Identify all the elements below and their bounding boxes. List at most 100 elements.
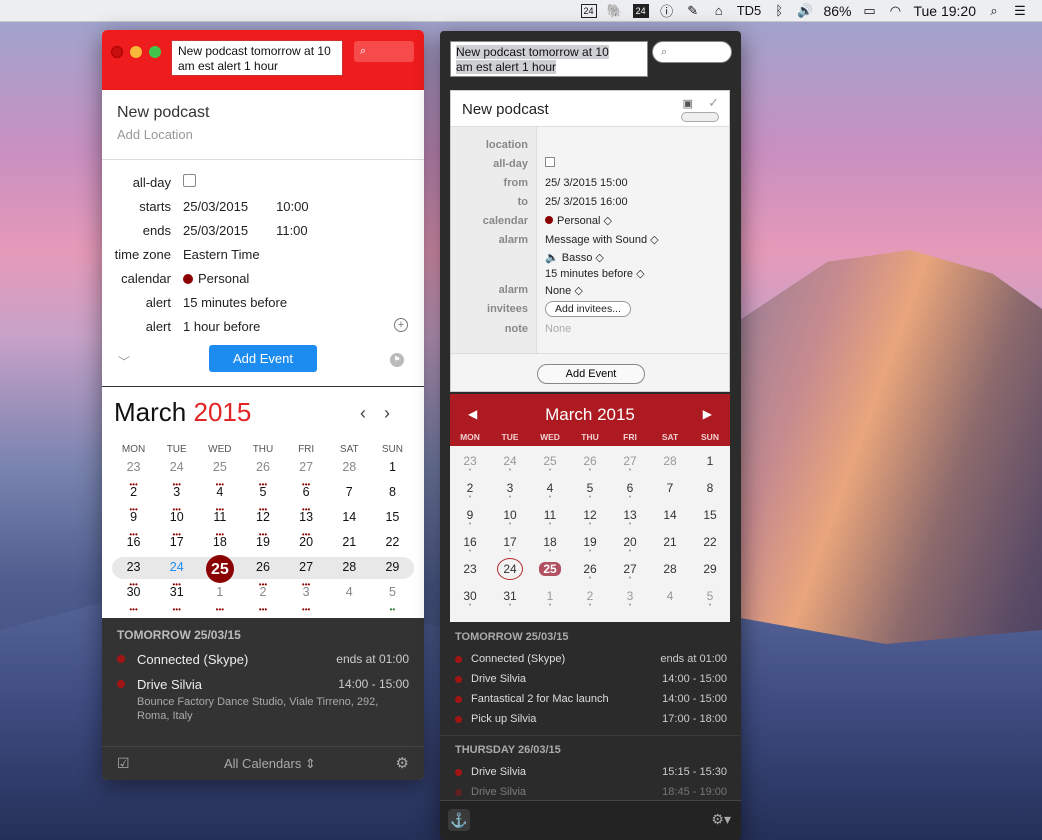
day-cell[interactable]: 29 bbox=[371, 559, 414, 584]
selected-day-cell[interactable]: 25 bbox=[198, 555, 241, 584]
chevron-down-icon[interactable]: ﹀ bbox=[118, 353, 130, 370]
selected-day-cell[interactable]: 25 bbox=[530, 562, 570, 589]
notification-center-icon[interactable]: ☰ bbox=[1012, 3, 1028, 19]
note-field[interactable]: None bbox=[537, 323, 571, 335]
day-cell[interactable]: 21 bbox=[328, 534, 371, 559]
natural-language-input[interactable]: New podcast tomorrow at 10 am est alert … bbox=[450, 41, 648, 77]
day-cell[interactable]: 8 bbox=[690, 481, 730, 508]
day-cell[interactable]: 31 • bbox=[490, 589, 530, 616]
window-icon[interactable]: ▣ bbox=[683, 97, 693, 110]
add-invitees-button[interactable]: Add invitees... bbox=[545, 300, 631, 317]
day-cell[interactable]: 15 bbox=[371, 509, 414, 534]
alert1-value[interactable]: 15 minutes before bbox=[183, 295, 424, 310]
day-cell[interactable]: 23 ••• bbox=[112, 459, 155, 489]
day-cell[interactable]: 4 ••• bbox=[198, 484, 241, 514]
day-cell[interactable]: 1 ••• bbox=[198, 584, 241, 614]
day-cell[interactable]: 18 • bbox=[530, 535, 570, 562]
day-cell[interactable]: 3 • bbox=[490, 481, 530, 508]
day-cell[interactable]: 5 • bbox=[690, 589, 730, 616]
day-cell[interactable]: 5 •• bbox=[371, 584, 414, 614]
day-cell[interactable]: 19 • bbox=[570, 535, 610, 562]
event-toggle[interactable] bbox=[681, 112, 719, 122]
calendar-menu-icon[interactable]: 24 bbox=[580, 3, 597, 18]
day-cell[interactable]: 11 • bbox=[530, 508, 570, 535]
spotlight-icon[interactable]: ⌕ bbox=[986, 3, 1002, 19]
day-cell[interactable]: 22 bbox=[371, 534, 414, 559]
event-item[interactable]: Pick up Silvia 17:00 - 18:00 bbox=[440, 709, 741, 729]
fantastical-menu-icon[interactable]: 24 bbox=[632, 3, 649, 18]
day-cell[interactable]: 23 bbox=[450, 562, 490, 589]
calendar-select[interactable]: Personal bbox=[183, 271, 424, 286]
search-field[interactable]: ⌕ bbox=[652, 41, 732, 63]
pen-icon[interactable]: ✎ bbox=[685, 3, 701, 19]
day-cell[interactable]: 10 • bbox=[490, 508, 530, 535]
zoom-button[interactable] bbox=[149, 46, 161, 58]
day-cell[interactable]: 27 • bbox=[610, 454, 650, 481]
day-cell[interactable]: 27 ••• bbox=[285, 559, 328, 589]
natural-language-input[interactable]: New podcast tomorrow at 10 am est alert … bbox=[171, 40, 343, 76]
event-title[interactable]: New podcast bbox=[462, 101, 549, 118]
day-cell[interactable]: 11 ••• bbox=[198, 509, 241, 539]
day-cell[interactable]: 23 ••• bbox=[112, 559, 155, 589]
day-cell[interactable]: 30 ••• bbox=[112, 584, 155, 614]
day-cell[interactable]: 20••• bbox=[285, 534, 328, 564]
add-event-button[interactable]: Add Event bbox=[537, 364, 645, 384]
day-cell[interactable]: 3 ••• bbox=[155, 484, 198, 514]
day-cell[interactable]: 16 • bbox=[450, 535, 490, 562]
event-item[interactable]: Drive Silvia 18:45 - 19:00 bbox=[440, 782, 741, 800]
event-title[interactable]: New podcast bbox=[117, 104, 409, 122]
day-cell[interactable]: 1 bbox=[371, 459, 414, 484]
starts-date[interactable]: 25/03/2015 bbox=[183, 199, 248, 214]
bluetooth-icon[interactable]: ᛒ bbox=[771, 3, 787, 18]
day-cell[interactable]: 26 • bbox=[570, 562, 610, 589]
battery-icon[interactable]: ▭ bbox=[861, 3, 877, 19]
timezone-value[interactable]: Eastern Time bbox=[183, 247, 424, 262]
day-cell[interactable]: 27 ••• bbox=[285, 459, 328, 489]
day-cell[interactable]: 12 • bbox=[570, 508, 610, 535]
ends-time[interactable]: 11:00 bbox=[276, 223, 308, 238]
starts-time[interactable]: 10:00 bbox=[276, 199, 309, 214]
day-cell[interactable]: 14 bbox=[650, 508, 690, 535]
location-field[interactable]: Add Location bbox=[117, 127, 409, 142]
day-cell[interactable]: 22 bbox=[690, 535, 730, 562]
day-cell[interactable]: 24 ••• bbox=[155, 459, 198, 489]
day-cell[interactable]: 19••• bbox=[241, 534, 284, 564]
day-cell[interactable]: 2 ••• bbox=[241, 584, 284, 614]
day-cell[interactable]: 28 bbox=[650, 562, 690, 589]
allday-checkbox[interactable] bbox=[183, 174, 196, 187]
calendar-set-selector[interactable]: All Calendars ⇕ bbox=[224, 756, 316, 772]
day-cell[interactable]: 13 • bbox=[610, 508, 650, 535]
next-month-icon[interactable]: ▶ bbox=[703, 407, 712, 421]
day-cell[interactable]: 30 • bbox=[450, 589, 490, 616]
volume-icon[interactable]: 🔊 bbox=[797, 3, 813, 19]
event-item[interactable]: Fantastical 2 for Mac launch 14:00 - 15:0… bbox=[440, 689, 741, 709]
day-cell[interactable]: 10 ••• bbox=[155, 509, 198, 539]
search-field[interactable]: ⌕ bbox=[354, 41, 414, 62]
day-cell[interactable]: 1 • bbox=[530, 589, 570, 616]
add-event-button[interactable]: Add Event bbox=[209, 345, 317, 372]
checkmark-icon[interactable]: ✓ bbox=[708, 95, 719, 111]
event-item[interactable]: Drive Silvia 15:15 - 15:30 bbox=[440, 762, 741, 782]
info-icon[interactable]: ⓘ bbox=[659, 1, 675, 20]
day-cell[interactable]: 26 • bbox=[570, 454, 610, 481]
day-cell[interactable]: 9 • bbox=[450, 508, 490, 535]
day-cell[interactable]: 12 ••• bbox=[241, 509, 284, 539]
next-month-icon[interactable]: › bbox=[384, 403, 408, 423]
day-cell[interactable]: 5 ••• bbox=[241, 484, 284, 514]
day-cell[interactable]: 17••• bbox=[155, 534, 198, 564]
menu-clock[interactable]: Tue 19:20 bbox=[913, 3, 976, 19]
day-cell[interactable]: 7 bbox=[328, 484, 371, 509]
allday-checkbox[interactable] bbox=[545, 157, 555, 167]
alarm-sound-select[interactable]: 🔈 Basso ◇ bbox=[537, 251, 604, 264]
anchor-icon[interactable]: ⚓ bbox=[448, 809, 470, 831]
day-cell[interactable]: 26 ••• bbox=[241, 559, 284, 589]
wifi-icon[interactable]: ◠ bbox=[887, 3, 903, 19]
day-cell[interactable]: 16••• bbox=[112, 534, 155, 564]
day-cell[interactable]: 1 bbox=[690, 454, 730, 481]
gear-icon[interactable]: ⚙▾ bbox=[711, 811, 731, 828]
day-cell[interactable]: 28 bbox=[328, 459, 371, 484]
gear-icon[interactable]: ⚙ bbox=[396, 754, 409, 772]
day-cell[interactable]: 8 bbox=[371, 484, 414, 509]
day-cell[interactable]: 13 ••• bbox=[285, 509, 328, 539]
minimize-button[interactable] bbox=[130, 46, 142, 58]
